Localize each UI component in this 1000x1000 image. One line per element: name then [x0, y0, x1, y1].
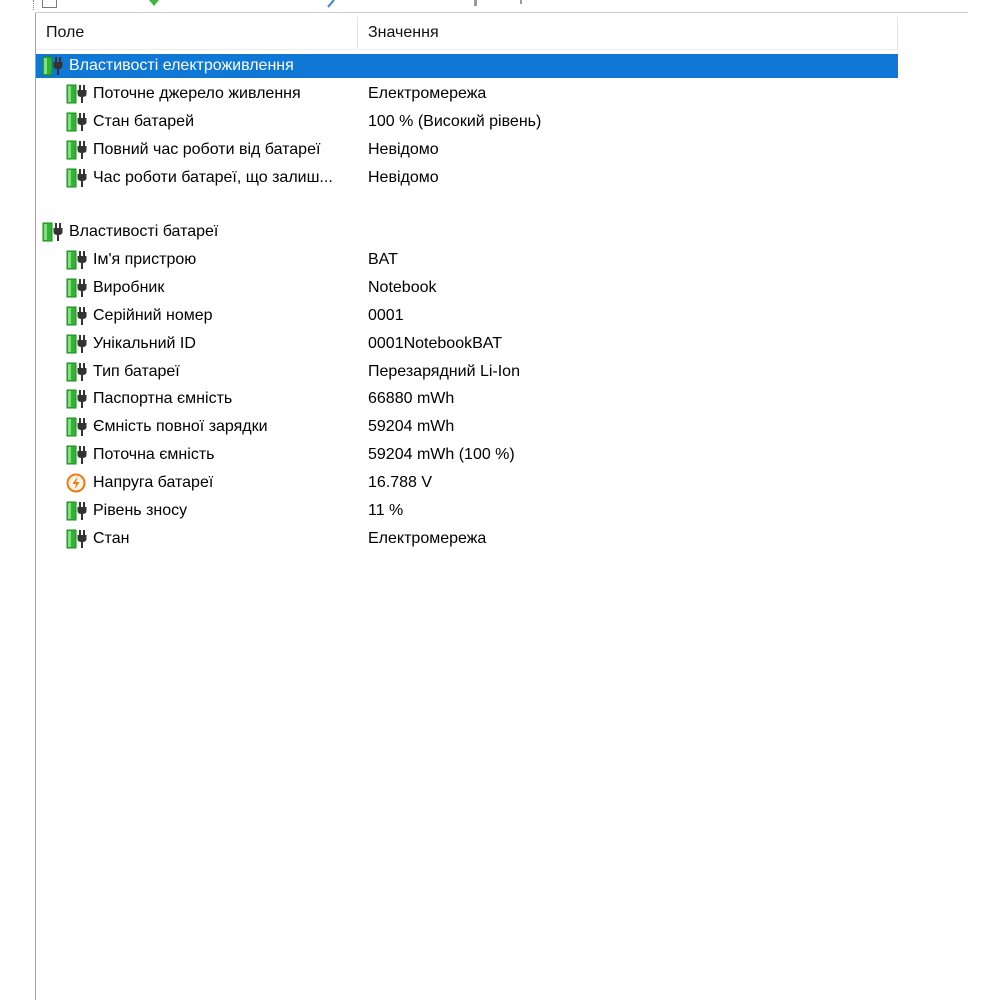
battery-plug-icon [66, 334, 87, 354]
field-label: Стан батарей [93, 113, 195, 130]
battery-plug-icon [42, 222, 63, 242]
battery-plug-icon [42, 56, 63, 76]
group-label: Властивості електроживлення [69, 57, 294, 74]
list-item[interactable]: Паспортна ємність 66880 mWh [36, 387, 898, 411]
list-item[interactable]: Тип батареї Перезарядний Li-Ion [36, 360, 898, 384]
field-label: Рівень зносу [93, 502, 188, 519]
group-row[interactable]: Властивості батареї [36, 220, 898, 244]
field-value: Перезарядний Li-Ion [368, 363, 520, 380]
field-value: Невідомо [368, 169, 439, 186]
field-label: Стан [93, 530, 130, 547]
battery-plug-icon [66, 445, 87, 465]
field-value: 59204 mWh (100 %) [368, 446, 515, 463]
field-label: Паспортна ємність [93, 390, 233, 407]
column-divider[interactable] [357, 17, 358, 49]
field-label: Унікальний ID [93, 335, 196, 352]
list-item[interactable]: Стан Електромережа [36, 527, 898, 551]
field-label: Ємність повної зарядки [93, 418, 268, 435]
field-label: Ім'я пристрою [93, 251, 197, 268]
field-value: 16.788 V [368, 474, 433, 491]
field-value: Електромережа [368, 85, 487, 102]
toolbar-icon-fragment[interactable] [520, 0, 522, 4]
battery-plug-icon [66, 250, 87, 270]
battery-plug-icon [66, 84, 87, 104]
battery-plug-icon [66, 306, 87, 326]
toolbar-grip[interactable] [33, 0, 36, 10]
list-item[interactable]: Унікальний ID 0001NotebookBAT [36, 332, 898, 356]
list-item[interactable]: Ім'я пристрою BAT [36, 248, 898, 272]
battery-plug-icon [66, 362, 87, 382]
field-label: Виробник [93, 279, 165, 296]
field-value: 11 % [368, 502, 404, 519]
toolbar-icon-fragment[interactable] [474, 0, 477, 6]
green-check-icon[interactable] [148, 0, 160, 7]
group-label: Властивості батареї [69, 223, 219, 240]
list-item[interactable]: Виробник Notebook [36, 276, 898, 300]
list-item[interactable]: Ємність повної зарядки 59204 mWh [36, 415, 898, 439]
list-item[interactable]: Поточна ємність 59204 mWh (100 %) [36, 443, 898, 467]
header-bottom-border [36, 49, 898, 50]
list-item[interactable]: Стан батарей 100 % (Високий рівень) [36, 110, 898, 134]
field-label: Серійний номер [93, 307, 213, 324]
toolbar-separator [36, 12, 968, 13]
battery-plug-icon [66, 389, 87, 409]
column-divider[interactable] [897, 17, 898, 49]
field-label: Поточне джерело живлення [93, 85, 301, 102]
battery-plug-icon [66, 168, 87, 188]
battery-plug-icon [66, 501, 87, 521]
field-value: 66880 mWh [368, 390, 455, 407]
battery-plug-icon [66, 140, 87, 160]
list-item[interactable]: Напруга батареї 16.788 V [36, 471, 898, 495]
column-header-field[interactable]: Поле [46, 17, 356, 49]
field-value: Notebook [368, 279, 437, 296]
battery-plug-icon [66, 278, 87, 298]
field-value: 59204 mWh [368, 418, 455, 435]
list-header: Поле Значення [36, 17, 898, 50]
field-value: 0001 [368, 307, 404, 324]
blue-pencil-icon[interactable] [326, 0, 336, 8]
field-label: Повний час роботи від батареї [93, 141, 321, 158]
field-value: 100 % (Високий рівень) [368, 113, 542, 130]
list-item[interactable]: Поточне джерело живлення Електромережа [36, 82, 898, 106]
toolbar [0, 0, 1000, 12]
voltage-icon [66, 473, 86, 493]
field-value: Невідомо [368, 141, 439, 158]
field-label: Поточна ємність [93, 446, 215, 463]
list-item[interactable]: Час роботи батареї, що залиш... Невідомо [36, 166, 898, 190]
field-label: Час роботи батареї, що залиш... [93, 169, 333, 186]
group-row[interactable]: Властивості електроживлення [36, 54, 898, 78]
battery-plug-icon [66, 529, 87, 549]
battery-plug-icon [66, 112, 87, 132]
list-item[interactable]: Рівень зносу 11 % [36, 499, 898, 523]
field-label: Напруга батареї [93, 474, 214, 491]
list-item[interactable]: Повний час роботи від батареї Невідомо [36, 138, 898, 162]
app-window: Поле Значення Властивості електроживленн… [0, 0, 1000, 1000]
field-value: Електромережа [368, 530, 487, 547]
column-header-value[interactable]: Значення [368, 17, 888, 49]
document-icon[interactable] [42, 0, 57, 8]
battery-plug-icon [66, 417, 87, 437]
list-item[interactable]: Серійний номер 0001 [36, 304, 898, 328]
field-value: 0001NotebookBAT [368, 335, 503, 352]
field-value: BAT [368, 251, 398, 268]
field-label: Тип батареї [93, 363, 180, 380]
